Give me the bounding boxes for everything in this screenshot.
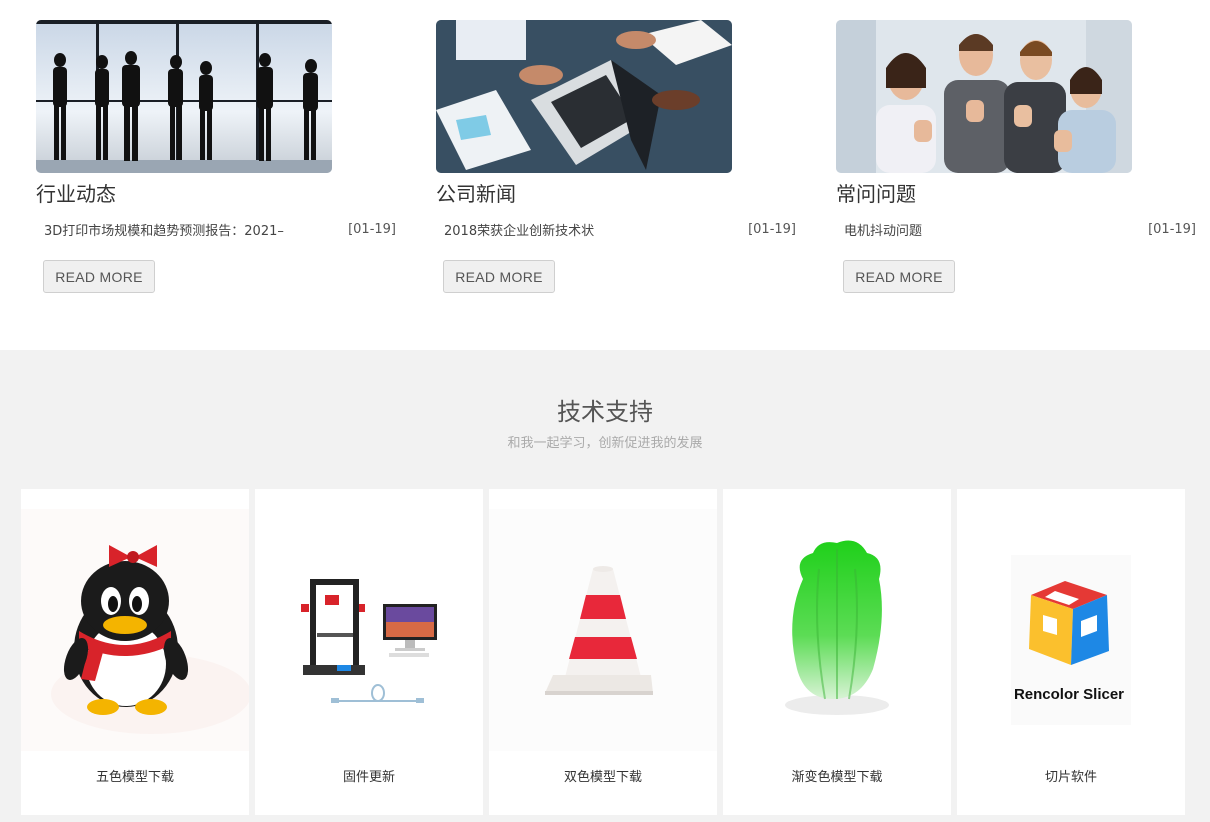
read-more-button[interactable]: READ MORE — [443, 260, 555, 293]
news-section: 行业动态 3D打印市场规模和趋势预测报告：2021– [01-19] READ … — [0, 0, 1210, 350]
news-list-item[interactable]: 2018荣获企业创新技术状 [01-19] — [436, 220, 796, 240]
support-card-two-color-model[interactable]: 双色模型下载 — [489, 489, 717, 815]
read-more-button[interactable]: READ MORE — [843, 260, 955, 293]
news-column-industry: 行业动态 3D打印市场规模和趋势预测报告：2021– [01-19] READ … — [36, 20, 396, 300]
news-image-team-thumbs-up[interactable] — [836, 20, 1132, 173]
news-item-title[interactable]: 2018荣获企业创新技术状 — [444, 224, 594, 239]
cabbage-model-icon — [723, 509, 951, 751]
card-label[interactable]: 五色模型下载 — [21, 766, 249, 785]
news-list-item[interactable]: 3D打印市场规模和趋势预测报告：2021– [01-19] — [36, 220, 396, 240]
card-image[interactable]: Rencolor Slicer — [957, 509, 1185, 751]
card-label[interactable]: 双色模型下载 — [489, 766, 717, 785]
section-title: 技术支持 — [557, 398, 653, 426]
card-label[interactable]: 渐变色模型下载 — [723, 766, 951, 785]
printer-and-monitor-icon — [255, 509, 483, 751]
support-card-firmware-update[interactable]: 固件更新 — [255, 489, 483, 815]
read-more-button[interactable]: READ MORE — [43, 260, 155, 293]
support-card-gradient-color-model[interactable]: 渐变色模型下载 — [723, 489, 951, 815]
news-image-business-silhouettes[interactable] — [36, 20, 332, 173]
news-column-faq: 常问问题 电机抖动问题 [01-19] READ MORE — [836, 20, 1196, 300]
business-silhouettes-photo — [36, 20, 332, 173]
support-card-five-color-model[interactable]: 五色模型下载 — [21, 489, 249, 815]
laptop-meeting-photo — [436, 20, 732, 173]
team-thumbs-up-photo — [836, 20, 1132, 173]
news-title[interactable]: 常问问题 — [836, 181, 1196, 207]
card-label[interactable]: 切片软件 — [957, 766, 1185, 785]
news-column-company: 公司新闻 2018荣获企业创新技术状 [01-19] READ MORE — [436, 20, 796, 300]
slicer-logo-text: Rencolor Slicer — [1014, 686, 1124, 703]
news-item-date: [01-19] — [748, 222, 796, 237]
news-item-title[interactable]: 3D打印市场规模和趋势预测报告：2021– — [44, 224, 284, 239]
news-image-laptop-meeting[interactable] — [436, 20, 732, 173]
card-image[interactable] — [489, 509, 717, 751]
card-image[interactable] — [723, 509, 951, 751]
penguin-model-icon — [21, 509, 249, 751]
news-item-date: [01-19] — [1148, 222, 1196, 237]
support-card-slicer-software[interactable]: Rencolor Slicer 切片软件 — [957, 489, 1185, 815]
card-image[interactable] — [21, 509, 249, 751]
traffic-cone-model-icon — [489, 509, 717, 751]
tech-support-section: 技术支持 和我一起学习，创新促进我的发展 五色模型下载 固件更新 双色模型下载 … — [0, 350, 1210, 822]
section-subtitle: 和我一起学习，创新促进我的发展 — [507, 436, 703, 451]
news-title[interactable]: 公司新闻 — [436, 181, 796, 207]
news-list-item[interactable]: 电机抖动问题 [01-19] — [836, 220, 1196, 240]
rencolor-slicer-logo-icon: Rencolor Slicer — [957, 509, 1185, 751]
card-label[interactable]: 固件更新 — [255, 766, 483, 785]
news-item-date: [01-19] — [348, 222, 396, 237]
card-image[interactable] — [255, 509, 483, 751]
news-title[interactable]: 行业动态 — [36, 181, 396, 207]
news-item-title[interactable]: 电机抖动问题 — [844, 224, 922, 239]
